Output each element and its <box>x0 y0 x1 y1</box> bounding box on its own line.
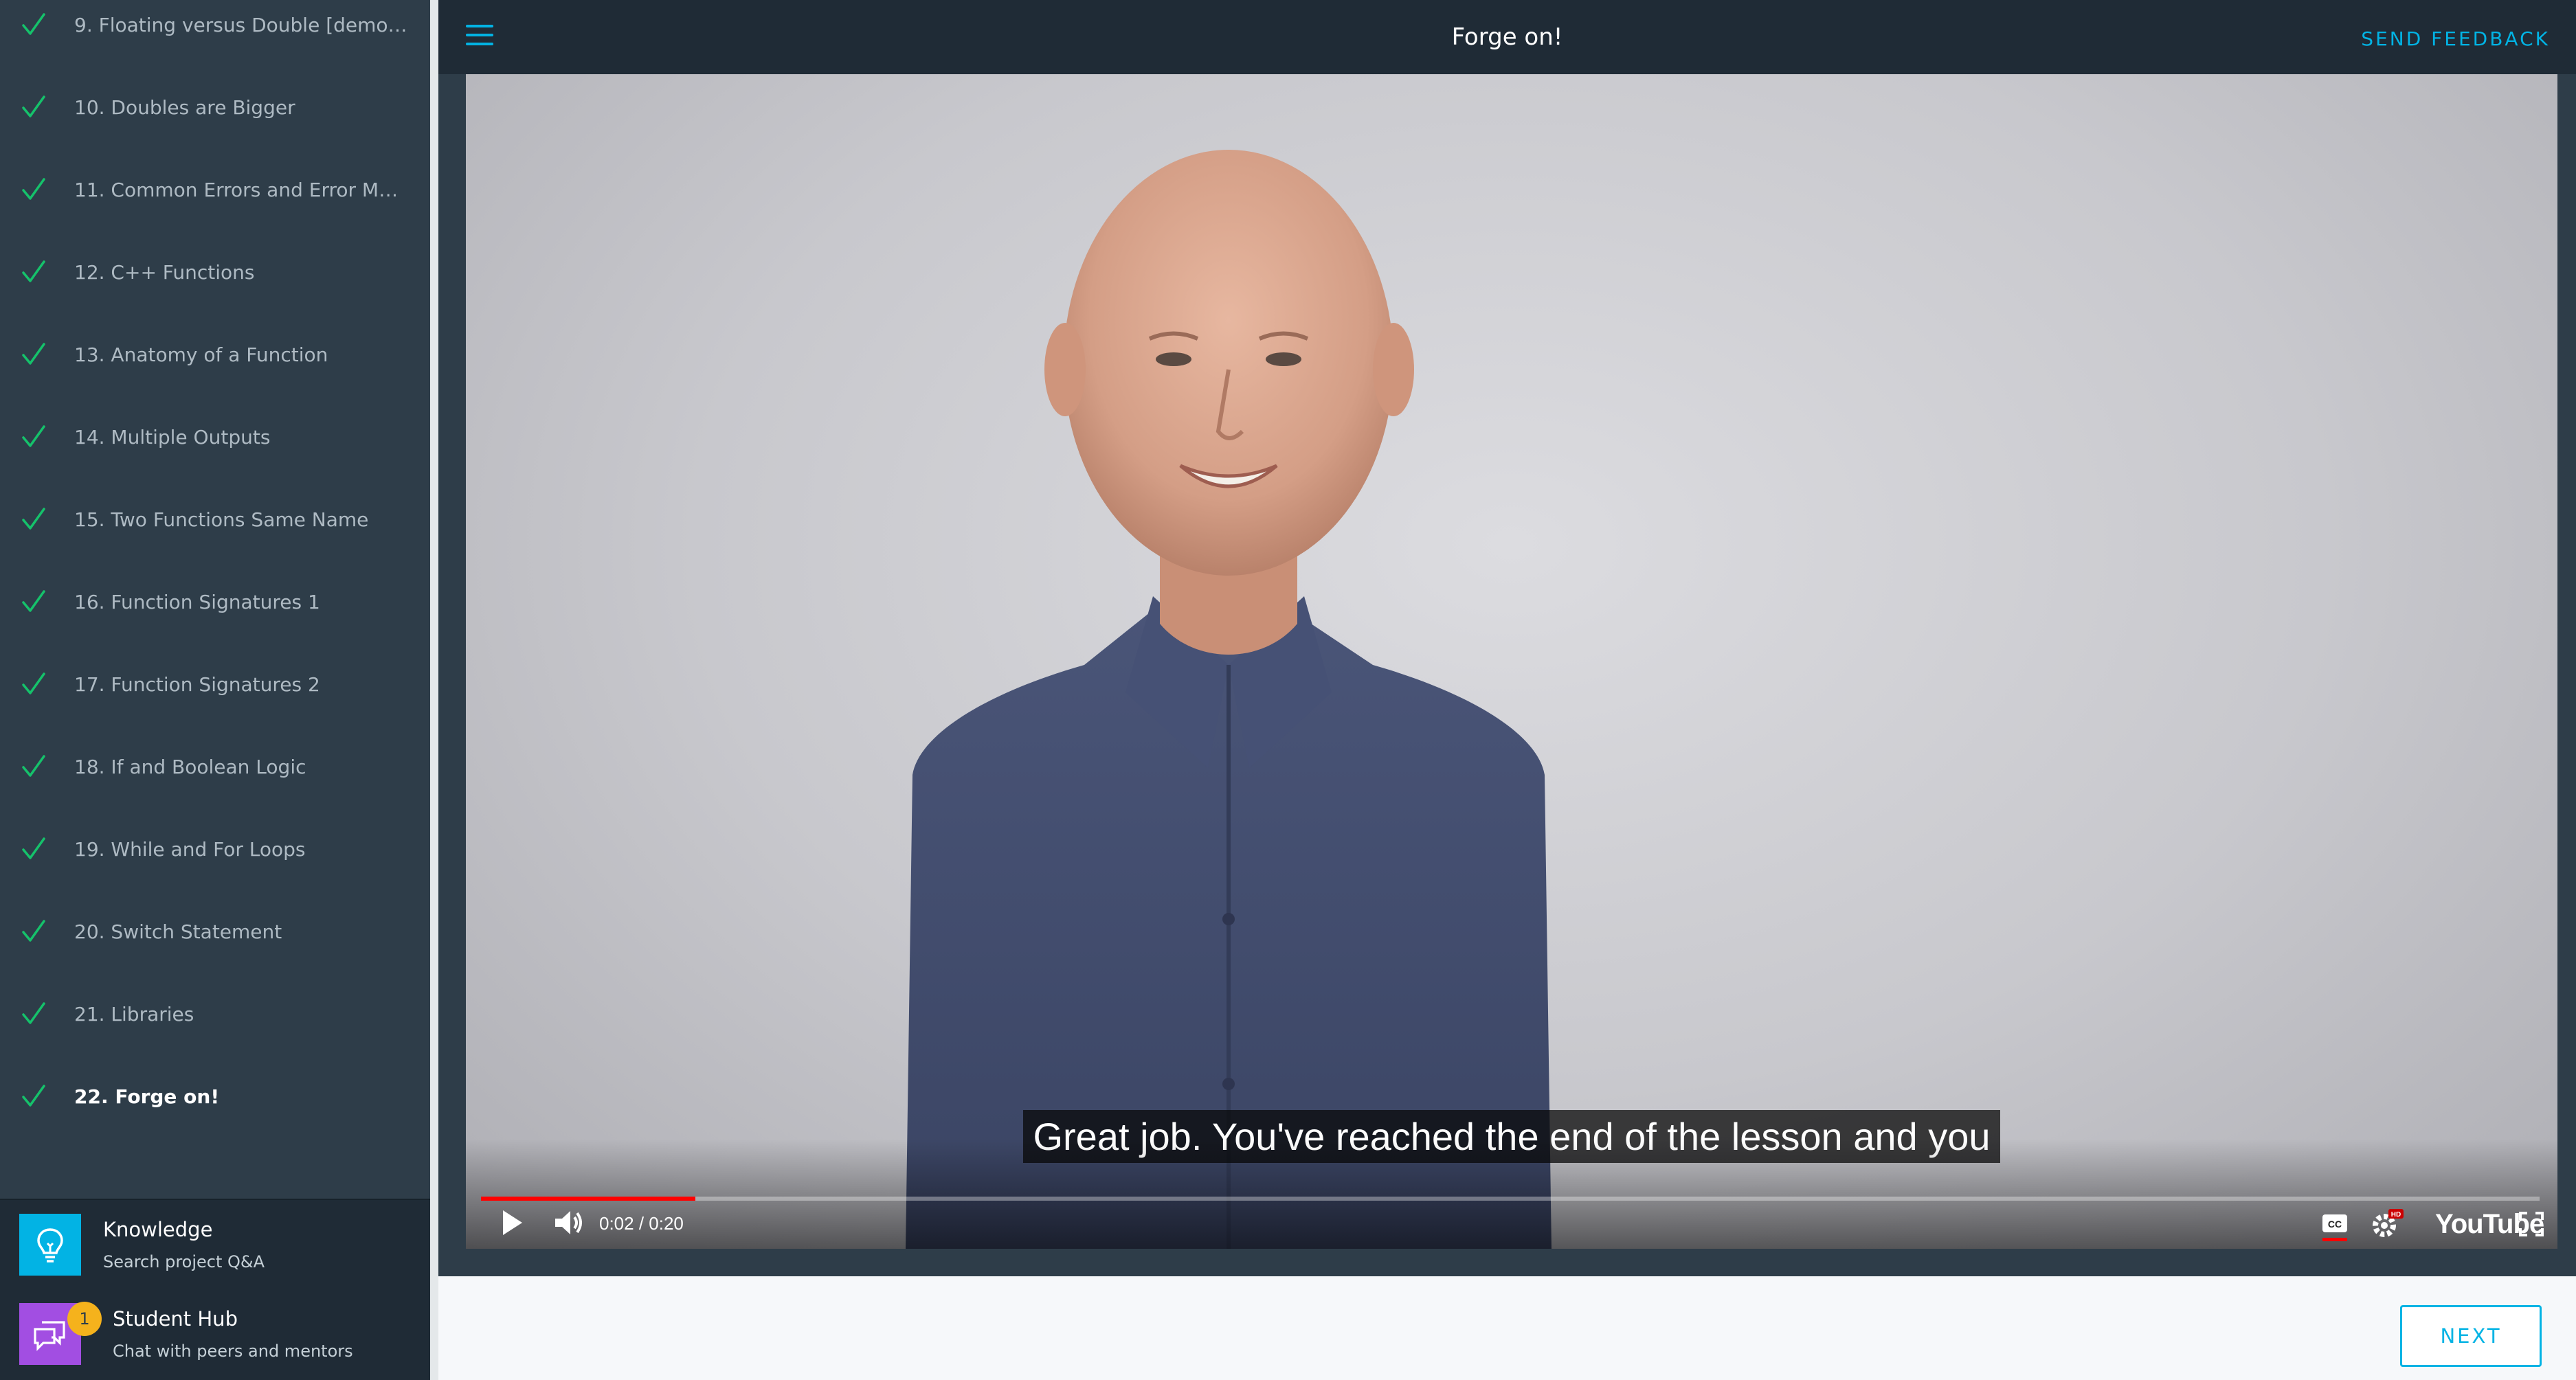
sidebar-divider[interactable] <box>430 0 438 1380</box>
lesson-label: 22. Forge on! <box>74 1085 220 1108</box>
closed-captions-icon[interactable]: CC <box>2321 1212 2349 1245</box>
lesson-label: 11. Common Errors and Error Mess... <box>74 178 408 201</box>
video-section: Great job. You've reached the end of the… <box>438 74 2576 1276</box>
controls-gradient <box>466 1139 2557 1249</box>
checkmark-icon <box>21 424 47 450</box>
checkmark-icon <box>21 1083 47 1109</box>
lesson-item[interactable]: 15. Two Functions Same Name <box>0 478 430 561</box>
lesson-label: 14. Multiple Outputs <box>74 425 271 449</box>
lesson-label: 18. If and Boolean Logic <box>74 755 306 778</box>
video-progress-bar[interactable] <box>481 1197 2540 1201</box>
knowledge-subtitle: Search project Q&A <box>103 1252 265 1271</box>
lesson-label: 17. Function Signatures 2 <box>74 672 320 696</box>
student-hub-link[interactable]: 1 Student Hub Chat with peers and mentor… <box>0 1289 430 1379</box>
checkmark-icon <box>21 177 47 203</box>
checkmark-icon <box>21 918 47 944</box>
lesson-label: 20. Switch Statement <box>74 920 282 943</box>
sidebar-footer: Knowledge Search project Q&A 1 Student H… <box>0 1199 430 1380</box>
lesson-label: 12. C++ Functions <box>74 260 255 284</box>
checkmark-icon <box>21 836 47 862</box>
lesson-item[interactable]: 13. Anatomy of a Function <box>0 313 430 396</box>
lesson-label: 13. Anatomy of a Function <box>74 343 328 366</box>
notification-badge: 1 <box>67 1302 102 1336</box>
fullscreen-icon[interactable] <box>2519 1212 2544 1239</box>
lesson-label: 10. Doubles are Bigger <box>74 95 295 119</box>
lesson-item[interactable]: 11. Common Errors and Error Mess... <box>0 148 430 231</box>
checkmark-icon <box>21 12 47 38</box>
lesson-item[interactable]: 10. Doubles are Bigger <box>0 66 430 148</box>
checkmark-icon <box>21 1001 47 1027</box>
sidebar: 9. Floating versus Double [demonst... 10.… <box>0 0 430 1380</box>
svg-text:HD: HD <box>2391 1211 2401 1219</box>
bottom-bar: NEXT <box>438 1276 2576 1380</box>
svg-text:CC: CC <box>2328 1219 2342 1230</box>
lesson-item[interactable]: 17. Function Signatures 2 <box>0 643 430 725</box>
video-player[interactable]: Great job. You've reached the end of the… <box>466 74 2557 1249</box>
lesson-item[interactable]: 16. Function Signatures 1 <box>0 561 430 643</box>
student-hub-title: Student Hub <box>113 1307 238 1331</box>
checkmark-icon <box>21 671 47 697</box>
checkmark-icon <box>21 589 47 615</box>
lesson-label: 21. Libraries <box>74 1002 194 1026</box>
video-time: 0:02 / 0:20 <box>599 1213 684 1234</box>
checkmark-icon <box>21 94 47 120</box>
checkmark-icon <box>21 341 47 367</box>
lightbulb-icon <box>19 1214 81 1276</box>
lesson-label: 19. While and For Loops <box>74 837 306 861</box>
knowledge-link[interactable]: Knowledge Search project Q&A <box>0 1200 430 1289</box>
lesson-item[interactable]: 19. While and For Loops <box>0 808 430 890</box>
checkmark-icon <box>21 259 47 285</box>
lesson-label: 16. Function Signatures 1 <box>74 590 320 613</box>
lesson-item[interactable]: 14. Multiple Outputs <box>0 396 430 478</box>
lesson-item[interactable]: 12. C++ Functions <box>0 231 430 313</box>
volume-icon[interactable] <box>554 1209 584 1239</box>
lesson-item[interactable]: 9. Floating versus Double [demonst... <box>0 0 430 66</box>
lesson-item[interactable]: 18. If and Boolean Logic <box>0 725 430 808</box>
page-title: Forge on! <box>1451 23 1563 51</box>
lesson-label: 9. Floating versus Double [demonst... <box>74 13 408 36</box>
video-frame-image <box>906 150 1552 1249</box>
checkmark-icon <box>21 754 47 780</box>
lesson-label: 15. Two Functions Same Name <box>74 508 369 531</box>
top-header: Forge on! SEND FEEDBACK <box>438 0 2576 74</box>
settings-gear-icon[interactable]: HD <box>2371 1208 2405 1242</box>
lesson-item[interactable]: 20. Switch Statement <box>0 890 430 973</box>
checkmark-icon <box>21 506 47 532</box>
lesson-item[interactable]: 21. Libraries <box>0 973 430 1055</box>
student-hub-subtitle: Chat with peers and mentors <box>113 1342 353 1361</box>
next-button[interactable]: NEXT <box>2400 1305 2542 1367</box>
knowledge-title: Knowledge <box>103 1218 213 1241</box>
lesson-item-active[interactable]: 22. Forge on! <box>0 1055 430 1138</box>
send-feedback-link[interactable]: SEND FEEDBACK <box>2361 27 2550 50</box>
video-progress-fill <box>481 1197 695 1201</box>
play-icon[interactable] <box>500 1209 525 1239</box>
lesson-list: 9. Floating versus Double [demonst... 10.… <box>0 0 430 1199</box>
